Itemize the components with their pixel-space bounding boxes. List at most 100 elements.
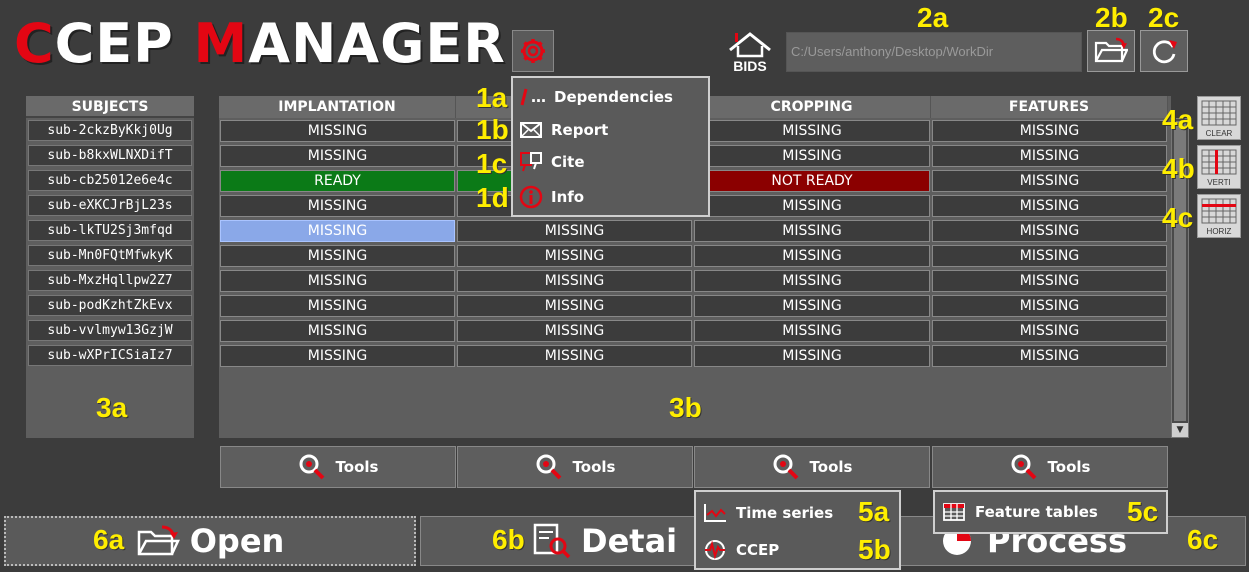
table-cell[interactable]: MISSING [694, 320, 930, 342]
table-cell[interactable]: MISSING [220, 195, 455, 217]
table-cell[interactable]: MISSING [220, 145, 455, 167]
table-cell[interactable]: MISSING [932, 195, 1167, 217]
table-cell[interactable]: MISSING [220, 245, 455, 267]
table-cell[interactable]: MISSING [220, 295, 455, 317]
open-button[interactable]: Open [4, 516, 416, 566]
table-cell[interactable]: MISSING [694, 345, 930, 367]
table-cell[interactable]: MISSING [457, 320, 692, 342]
table-cell[interactable]: MISSING [932, 145, 1167, 167]
menu-item-ccep[interactable]: CCEP [702, 535, 779, 565]
subject-item[interactable]: sub-MxzHqllpw2Z7 [28, 270, 192, 291]
subject-item[interactable]: sub-b8kxWLNXDifT [28, 145, 192, 166]
annotation-3a: 3a [96, 392, 128, 423]
horizontal-grid-icon [1201, 198, 1237, 224]
cite-icon [520, 152, 542, 172]
subject-item[interactable]: sub-vvlmyw13GzjW [28, 320, 192, 341]
subject-item[interactable]: sub-podKzhtZkEvx [28, 295, 192, 316]
annotation-6b: 6b [492, 524, 525, 555]
table-cell[interactable]: MISSING [457, 295, 692, 317]
annotation-4c: 4c [1162, 202, 1194, 233]
subject-item[interactable]: sub-eXKCJrBjL23s [28, 195, 192, 216]
table-cell[interactable]: MISSING [932, 320, 1167, 342]
clear-button[interactable]: CLEAR [1197, 96, 1241, 140]
table-cell[interactable]: MISSING [932, 170, 1167, 192]
menu-item-info[interactable]: Info [519, 182, 584, 212]
column-header[interactable]: CROPPING [693, 96, 931, 118]
table-cell[interactable]: MISSING [457, 345, 692, 367]
clear-label: CLEAR [1205, 129, 1233, 138]
table-cell[interactable]: MISSING [694, 270, 930, 292]
open-folder-icon [1094, 37, 1128, 63]
table-cell[interactable]: READY [220, 170, 455, 192]
refresh-button[interactable] [1140, 30, 1188, 72]
table-cell[interactable]: MISSING [457, 220, 692, 242]
bids-label: BIDS [733, 58, 767, 74]
gear-icon [521, 39, 545, 63]
column-header[interactable]: IMPLANTATION [219, 96, 456, 118]
table-cell[interactable]: MISSING [932, 120, 1167, 142]
menu-item-report[interactable]: Report [519, 115, 608, 145]
menu-item-cite[interactable]: Cite [519, 147, 585, 177]
info-icon [519, 185, 543, 209]
dependencies-label: Dependencies [554, 88, 673, 106]
time-series-icon [704, 504, 726, 522]
table-cell[interactable]: MISSING [457, 270, 692, 292]
tools-button[interactable]: Tools [932, 446, 1168, 488]
table-cell[interactable]: MISSING [932, 295, 1167, 317]
tools-button[interactable]: Tools [220, 446, 456, 488]
vertical-select-button[interactable]: VERTI [1197, 145, 1241, 189]
subject-item[interactable]: sub-2ckzByKkj0Ug [28, 120, 192, 141]
menu-item-feature-tables[interactable]: Feature tables [941, 497, 1098, 527]
table-cell[interactable]: MISSING [694, 245, 930, 267]
table-cell[interactable]: MISSING [220, 320, 455, 342]
tools-button[interactable]: Tools [694, 446, 930, 488]
annotation-1d: 1d [476, 182, 509, 213]
table-cell[interactable]: MISSING [932, 245, 1167, 267]
menu-item-dependencies[interactable]: … Dependencies [519, 82, 673, 112]
table-icon [943, 503, 965, 521]
annotation-4a: 4a [1162, 104, 1194, 135]
table-cell[interactable]: MISSING [932, 270, 1167, 292]
annotation-6a: 6a [93, 524, 125, 555]
annotation-2c: 2c [1148, 2, 1180, 33]
ccep-icon [705, 540, 725, 560]
settings-button[interactable] [512, 30, 554, 72]
table-cell[interactable]: NOT READY [694, 170, 930, 192]
table-cell[interactable]: MISSING [220, 120, 455, 142]
subject-item[interactable]: sub-lkTU2Sj3mfqd [28, 220, 192, 241]
directory-path-field[interactable]: C:/Users/anthony/Desktop/WorkDir [786, 32, 1082, 72]
table-cell[interactable]: MISSING [694, 220, 930, 242]
tools-search-icon [1011, 454, 1036, 480]
subjects-list[interactable]: sub-2ckzByKkj0Ug sub-b8kxWLNXDifT sub-cb25… [26, 118, 194, 438]
subject-item[interactable]: sub-Mn0FQtMfwkyK [28, 245, 192, 266]
tools-button[interactable]: Tools [457, 446, 693, 488]
table-cell[interactable]: MISSING [932, 345, 1167, 367]
title-part: CEP [54, 12, 194, 75]
menu-item-time-series[interactable]: Time series [702, 498, 833, 528]
horizontal-select-button[interactable]: HORIZ [1197, 194, 1241, 238]
table-cell[interactable]: MISSING [457, 245, 692, 267]
table-cell[interactable]: MISSING [694, 145, 930, 167]
table-cell[interactable]: MISSING [694, 295, 930, 317]
table-cell[interactable]: MISSING [694, 195, 930, 217]
tools-search-icon [536, 454, 561, 480]
table-cell[interactable]: MISSING [932, 220, 1167, 242]
table-cell[interactable]: MISSING [220, 345, 455, 367]
browse-folder-button[interactable] [1087, 30, 1135, 72]
dependencies-prefix: … [531, 88, 546, 106]
details-icon [533, 523, 571, 559]
subject-item[interactable]: sub-wXPrICSiaIz7 [28, 345, 192, 366]
table-cell[interactable]: MISSING [694, 120, 930, 142]
tools-label: Tools [1047, 458, 1091, 476]
subject-item[interactable]: sub-cb25012e6e4c [28, 170, 192, 191]
open-label: Open [189, 522, 285, 560]
tools-label: Tools [572, 458, 616, 476]
column-header[interactable]: FEATURES [931, 96, 1168, 118]
tools-search-icon [299, 454, 324, 480]
table-cell[interactable]: MISSING [220, 220, 455, 242]
subjects-header: SUBJECTS [26, 96, 194, 118]
table-cell[interactable]: MISSING [220, 270, 455, 292]
annotation-1a: 1a [476, 82, 508, 113]
mail-icon [520, 122, 542, 138]
scroll-down-arrow[interactable]: ▼ [1172, 423, 1188, 437]
